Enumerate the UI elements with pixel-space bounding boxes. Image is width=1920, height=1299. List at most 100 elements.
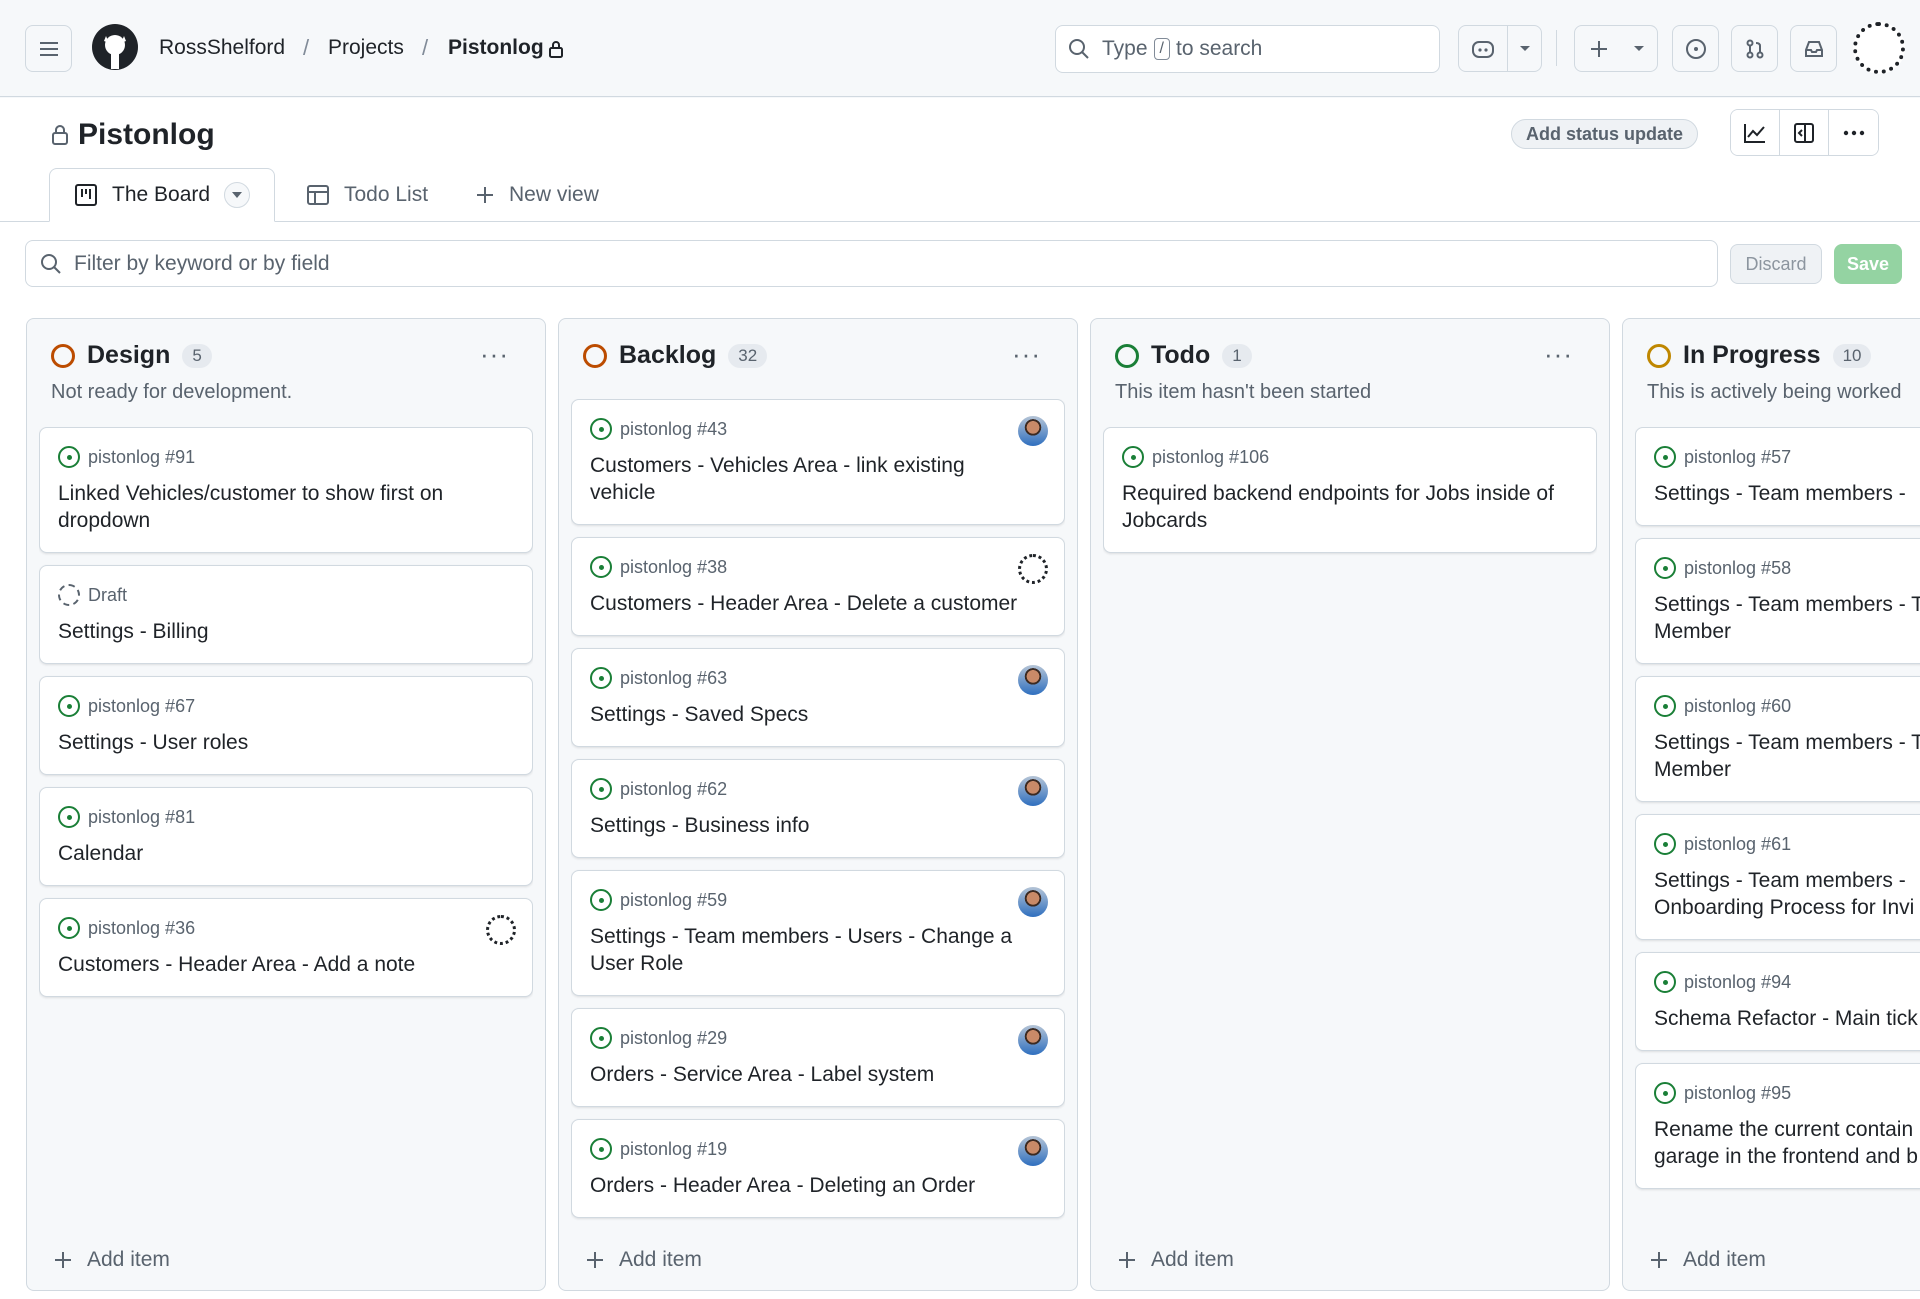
- card-reference[interactable]: pistonlog #19: [620, 1139, 727, 1160]
- card[interactable]: pistonlog #43 Customers - Vehicles Area …: [571, 399, 1065, 525]
- card-reference[interactable]: pistonlog #60: [1684, 696, 1791, 717]
- card-title[interactable]: Settings - Team members - Users - Change…: [590, 923, 1046, 977]
- card-reference[interactable]: pistonlog #59: [620, 890, 727, 911]
- card-title[interactable]: Settings - Team members -: [1654, 480, 1920, 507]
- card-reference[interactable]: pistonlog #29: [620, 1028, 727, 1049]
- card[interactable]: pistonlog #29 Orders - Service Area - La…: [571, 1008, 1065, 1107]
- issue-opened-icon: [1685, 38, 1706, 59]
- card-reference[interactable]: pistonlog #67: [88, 696, 195, 717]
- insights-button[interactable]: [1731, 110, 1780, 155]
- card-title[interactable]: Schema Refactor - Main tick: [1654, 1005, 1920, 1032]
- pull-requests-button[interactable]: [1731, 25, 1778, 72]
- filter-input[interactable]: Filter by keyword or by field: [25, 240, 1718, 287]
- assignee-avatar[interactable]: [1018, 416, 1048, 446]
- card[interactable]: pistonlog #63 Settings - Saved Specs: [571, 648, 1065, 747]
- inbox-button[interactable]: [1790, 25, 1837, 72]
- search-input[interactable]: Type / to search: [1055, 25, 1440, 73]
- card-title[interactable]: Customers - Vehicles Area - link existin…: [590, 452, 1046, 506]
- card-title[interactable]: Settings - Saved Specs: [590, 701, 1046, 728]
- card-title[interactable]: Settings - Team members - Onboarding Pro…: [1654, 867, 1920, 921]
- view-options-button[interactable]: [224, 182, 251, 208]
- side-panel-button[interactable]: [1780, 110, 1829, 155]
- card[interactable]: pistonlog #95 Rename the current contain…: [1635, 1063, 1920, 1189]
- card[interactable]: pistonlog #38 Customers - Header Area - …: [571, 537, 1065, 636]
- card[interactable]: pistonlog #59 Settings - Team members - …: [571, 870, 1065, 996]
- card-title[interactable]: Customers - Header Area - Delete a custo…: [590, 590, 1046, 617]
- discard-button[interactable]: Discard: [1730, 244, 1822, 284]
- issue-open-icon: [1654, 971, 1676, 993]
- issues-button[interactable]: [1672, 25, 1719, 72]
- card-title[interactable]: Calendar: [58, 840, 514, 867]
- add-item-button[interactable]: Add item: [53, 1248, 170, 1272]
- card-title[interactable]: Customers - Header Area - Add a note: [58, 951, 514, 978]
- assignee-avatar[interactable]: [486, 915, 516, 945]
- add-item-button[interactable]: Add item: [1649, 1248, 1766, 1272]
- card-title[interactable]: Settings - Team members - Team Member: [1654, 729, 1920, 783]
- card[interactable]: pistonlog #81 Calendar: [39, 787, 533, 886]
- card[interactable]: pistonlog #19 Orders - Header Area - Del…: [571, 1119, 1065, 1218]
- card-reference[interactable]: pistonlog #95: [1684, 1083, 1791, 1104]
- more-options-button[interactable]: [1829, 110, 1878, 155]
- card-title[interactable]: Linked Vehicles/customer to show first o…: [58, 480, 514, 534]
- breadcrumb-projects[interactable]: Projects: [328, 36, 404, 60]
- column-menu-button[interactable]: ···: [480, 339, 509, 370]
- add-status-update-button[interactable]: Add status update: [1511, 119, 1699, 149]
- assignee-avatar[interactable]: [1018, 1025, 1048, 1055]
- add-item-button[interactable]: Add item: [585, 1248, 702, 1272]
- card[interactable]: pistonlog #60 Settings - Team members - …: [1635, 676, 1920, 802]
- card-reference[interactable]: pistonlog #61: [1684, 834, 1791, 855]
- add-item-button[interactable]: Add item: [1117, 1248, 1234, 1272]
- card[interactable]: pistonlog #67 Settings - User roles: [39, 676, 533, 775]
- card-reference[interactable]: pistonlog #36: [88, 918, 195, 939]
- assignee-avatar[interactable]: [1018, 1136, 1048, 1166]
- card[interactable]: pistonlog #62 Settings - Business info: [571, 759, 1065, 858]
- plus-icon: [587, 1252, 603, 1268]
- tab-the-board[interactable]: The Board: [49, 168, 276, 222]
- column-menu-button[interactable]: ···: [1012, 339, 1041, 370]
- card-title[interactable]: Settings - Team members - Team Member: [1654, 591, 1920, 645]
- breadcrumb-repo[interactable]: Pistonlog: [448, 36, 544, 60]
- card-reference[interactable]: pistonlog #43: [620, 419, 727, 440]
- card-title[interactable]: Required backend endpoints for Jobs insi…: [1122, 480, 1578, 534]
- card[interactable]: pistonlog #61 Settings - Team members - …: [1635, 814, 1920, 940]
- breadcrumb-owner[interactable]: RossShelford: [159, 36, 285, 60]
- card-reference[interactable]: pistonlog #57: [1684, 447, 1791, 468]
- card-reference[interactable]: pistonlog #63: [620, 668, 727, 689]
- card[interactable]: pistonlog #57 Settings - Team members -: [1635, 427, 1920, 526]
- card[interactable]: pistonlog #106 Required backend endpoint…: [1103, 427, 1597, 553]
- card-reference[interactable]: pistonlog #91: [88, 447, 195, 468]
- card[interactable]: Draft Settings - Billing: [39, 565, 533, 664]
- card[interactable]: pistonlog #91 Linked Vehicles/customer t…: [39, 427, 533, 553]
- card-title[interactable]: Settings - User roles: [58, 729, 514, 756]
- copilot-button[interactable]: [1458, 25, 1542, 72]
- card[interactable]: pistonlog #36 Customers - Header Area - …: [39, 898, 533, 997]
- card-title[interactable]: Settings - Billing: [58, 618, 514, 645]
- column-menu-button[interactable]: ···: [1544, 339, 1573, 370]
- assignee-avatar[interactable]: [1018, 776, 1048, 806]
- assignee-avatar[interactable]: [1018, 887, 1048, 917]
- assignee-avatar[interactable]: [1018, 554, 1048, 584]
- new-view-button[interactable]: New view: [475, 168, 599, 222]
- github-logo-icon[interactable]: [91, 23, 139, 76]
- card-reference[interactable]: pistonlog #81: [88, 807, 195, 828]
- card-reference[interactable]: pistonlog #62: [620, 779, 727, 800]
- card[interactable]: pistonlog #58 Settings - Team members - …: [1635, 538, 1920, 664]
- card[interactable]: pistonlog #94 Schema Refactor - Main tic…: [1635, 952, 1920, 1051]
- create-new-button[interactable]: [1574, 25, 1658, 72]
- tab-todo-list[interactable]: Todo List: [306, 168, 428, 222]
- assignee-avatar[interactable]: [1018, 665, 1048, 695]
- card-reference[interactable]: pistonlog #94: [1684, 972, 1791, 993]
- card-title[interactable]: Orders - Service Area - Label system: [590, 1061, 1046, 1088]
- hamburger-menu-button[interactable]: [25, 25, 72, 72]
- card-reference[interactable]: pistonlog #58: [1684, 558, 1791, 579]
- card-reference[interactable]: pistonlog #38: [620, 557, 727, 578]
- issue-open-icon: [1122, 446, 1144, 468]
- card-reference[interactable]: pistonlog #106: [1152, 447, 1269, 468]
- save-button[interactable]: Save: [1834, 244, 1902, 284]
- column-name: Design: [87, 341, 171, 369]
- card-title[interactable]: Orders - Header Area - Deleting an Order: [590, 1172, 1046, 1199]
- user-avatar[interactable]: [1853, 22, 1905, 74]
- card-reference: Draft: [88, 584, 128, 605]
- card-title[interactable]: Settings - Business info: [590, 812, 1046, 839]
- card-title[interactable]: Rename the current contain garage in the…: [1654, 1116, 1920, 1170]
